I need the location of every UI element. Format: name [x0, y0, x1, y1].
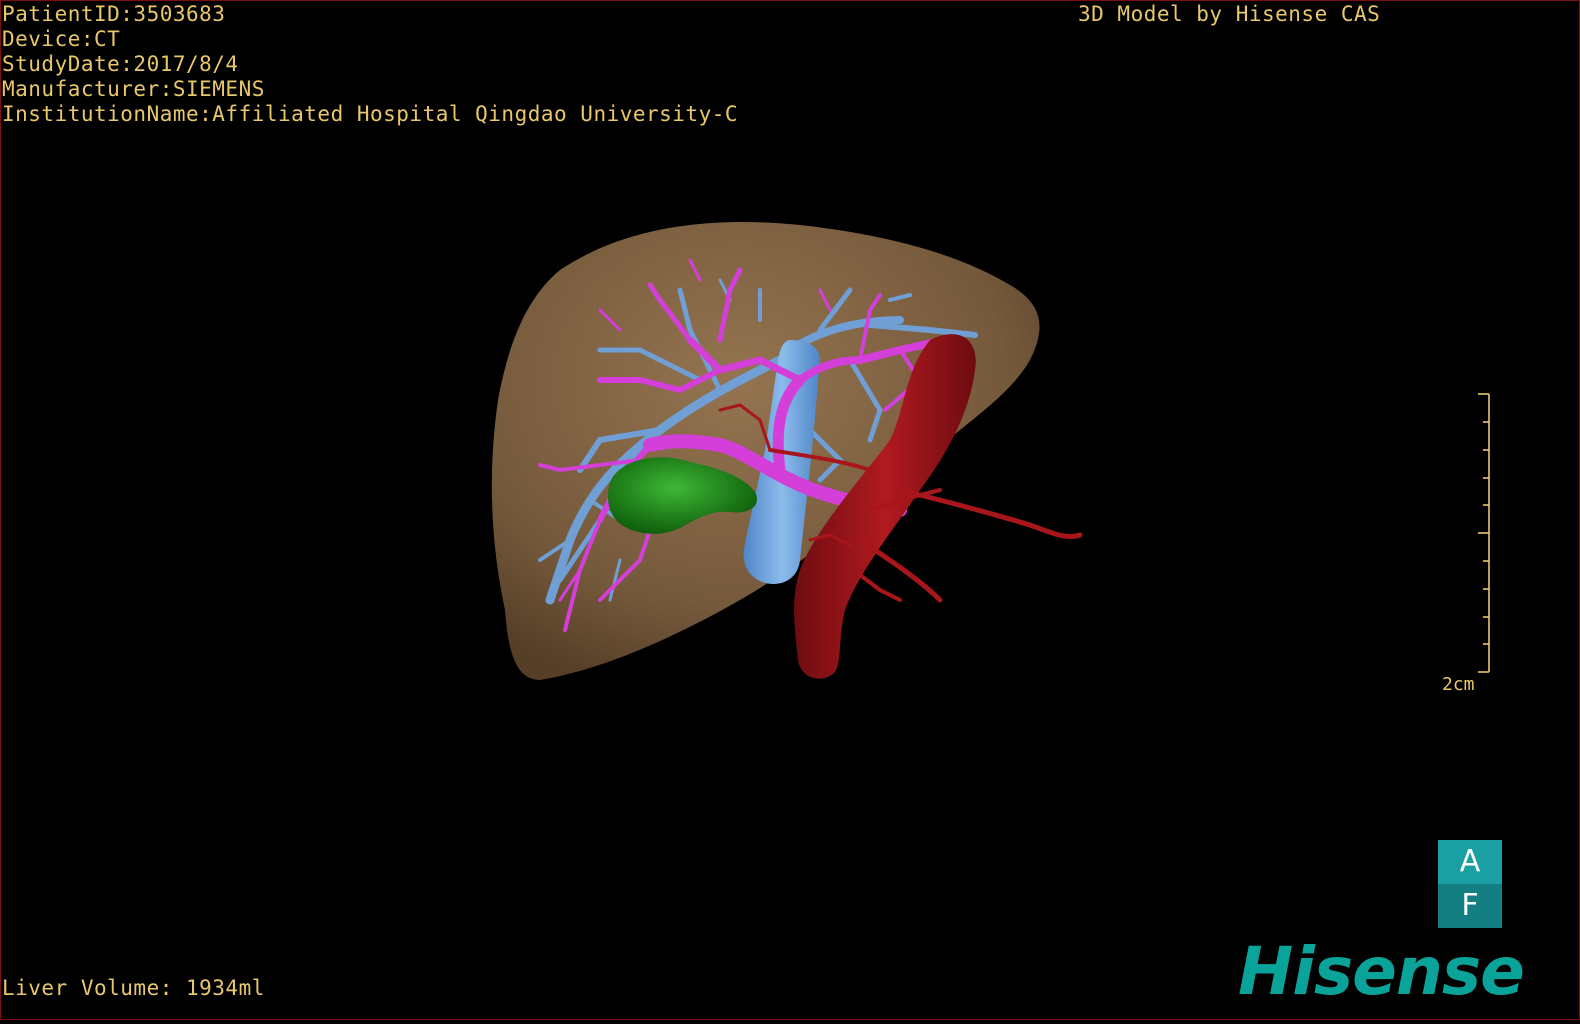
liver-volume: Liver Volume: 1934ml	[2, 976, 265, 1000]
manufacturer: Manufacturer:SIEMENS	[2, 77, 265, 101]
institution-name: InstitutionName:Affiliated Hospital Qing…	[2, 102, 739, 126]
scale-bar	[1478, 393, 1490, 673]
scale-bar-label: 2cm	[1442, 674, 1475, 695]
hisense-logo: Hisense	[1238, 933, 1525, 1010]
orientation-cube[interactable]: A F	[1438, 840, 1502, 928]
model-credit: 3D Model by Hisense CAS	[1078, 2, 1381, 26]
orientation-anterior-label: A	[1438, 840, 1502, 884]
study-date: StudyDate:2017/8/4	[2, 52, 239, 76]
liver-3d-model[interactable]	[0, 0, 1580, 1020]
device: Device:CT	[2, 27, 121, 51]
3d-viewport[interactable]	[0, 0, 1580, 1020]
orientation-foot-label: F	[1438, 884, 1502, 928]
dicom-info-overlay: PatientID:3503683 Device:CT StudyDate:20…	[2, 2, 738, 127]
patient-id: PatientID:3503683	[2, 2, 226, 26]
